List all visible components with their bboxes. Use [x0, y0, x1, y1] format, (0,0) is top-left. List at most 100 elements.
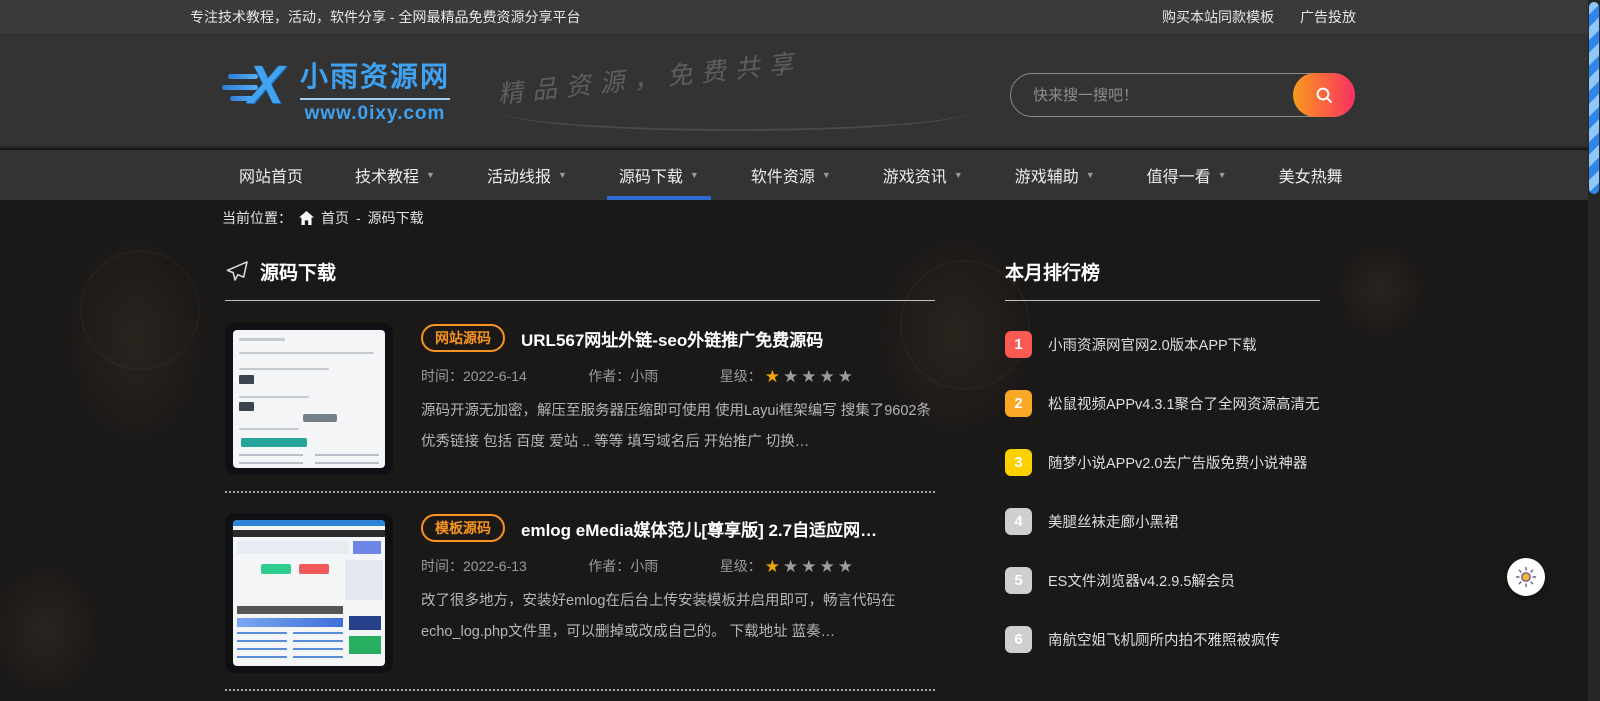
category-badge[interactable]: 网站源码: [421, 324, 505, 352]
article-thumbnail[interactable]: [225, 513, 393, 673]
star-icon: ★: [782, 366, 799, 386]
decor-rows: [315, 454, 379, 468]
star-icon: ★: [801, 366, 817, 386]
star-icon: ★: [764, 366, 780, 386]
nav-label: 值得一看: [1146, 169, 1211, 186]
background-pattern: [80, 250, 200, 370]
rank-item[interactable]: 5 ES文件浏览器v4.2.9.5解会员: [1005, 551, 1320, 610]
main-nav: 网站首页 技术教程 ▼ 活动线报 ▼ 源码下载 ▼ 软件资源 ▼ 游戏资讯 ▼ 游戏辅助 ▼…: [0, 150, 1588, 200]
decor-bar: [233, 520, 385, 526]
star-rating: ★ ★ ★ ★ ★: [765, 368, 853, 385]
chevron-down-icon: ▼: [953, 170, 963, 180]
star-rating: ★ ★ ★ ★ ★: [765, 558, 853, 575]
search-button[interactable]: [1293, 73, 1355, 117]
decor-bar: [237, 618, 343, 627]
ad-link[interactable]: 广告投放: [1300, 7, 1356, 27]
nav-label: 游戏辅助: [1014, 169, 1079, 186]
nav-label: 活动线报: [486, 169, 551, 186]
decor-chip: [239, 375, 254, 384]
logo[interactable]: X 小雨资源网 www.0ixy.com: [222, 55, 451, 125]
star-icon: ★: [837, 366, 853, 386]
nav-item-software[interactable]: 软件资源 ▼: [725, 150, 857, 200]
article-section: 源码下载 网站源码 URL567网址外链-seo外链推广免费源码 时间：2022…: [225, 252, 935, 691]
rank-item[interactable]: 2 松鼠视频APPv4.3.1聚合了全网资源高清无广: [1005, 374, 1320, 433]
article-time: 时间：2022-6-13: [421, 558, 527, 574]
star-icon: ★: [801, 556, 817, 576]
rank-badge: 4: [1005, 508, 1032, 535]
search-box: [1010, 73, 1355, 117]
sidebar-ranking: 本月排行榜 1 小雨资源网官网2.0版本APP下载 2 松鼠视频APPv4.3.…: [1005, 252, 1320, 669]
decor-rows: [239, 454, 303, 468]
decor-line: [239, 352, 374, 354]
star-icon: ★: [819, 366, 835, 386]
article-author: 作者：小雨: [588, 368, 659, 384]
article-author: 作者：小雨: [588, 558, 659, 574]
search-input[interactable]: [1011, 86, 1293, 104]
topbar: 专注技术教程，活动，软件分享 - 全网最精品免费资源分享平台 购买本站同款模板 …: [0, 0, 1588, 33]
rank-label: ES文件浏览器v4.2.9.5解会员: [1048, 574, 1235, 590]
site-slogan: 专注技术教程，活动，软件分享 - 全网最精品免费资源分享平台: [190, 8, 581, 25]
section-header: 源码下载: [225, 252, 935, 301]
article-thumbnail[interactable]: [225, 323, 393, 475]
rank-label: 小雨资源网官网2.0版本APP下载: [1048, 338, 1257, 354]
article-title[interactable]: URL567网址外链-seo外链推广免费源码: [521, 326, 823, 351]
decor-button: [241, 438, 307, 447]
site-domain: www.0ixy.com: [300, 98, 451, 125]
nav-item-tech-tutorials[interactable]: 技术教程 ▼: [329, 150, 461, 200]
chevron-down-icon: ▼: [821, 170, 831, 180]
category-badge[interactable]: 模板源码: [421, 514, 505, 542]
rank-item[interactable]: 6 南航空姐飞机厕所内拍不雅照被疯传: [1005, 610, 1320, 669]
nav-items: 网站首页 技术教程 ▼ 活动线报 ▼ 源码下载 ▼ 软件资源 ▼ 游戏资讯 ▼ 游戏辅助 ▼…: [213, 150, 1588, 200]
section-title: 源码下载: [260, 263, 337, 284]
logo-x-letter: X: [248, 55, 285, 115]
nav-item-game-news[interactable]: 游戏资讯 ▼: [857, 150, 989, 200]
sidebar-header: 本月排行榜: [1005, 252, 1320, 301]
star-icon: ★: [837, 556, 853, 576]
buy-template-link[interactable]: 购买本站同款模板: [1162, 7, 1274, 27]
home-icon: [299, 211, 314, 225]
decor-line: [239, 338, 285, 341]
rank-list: 1 小雨资源网官网2.0版本APP下载 2 松鼠视频APPv4.3.1聚合了全网…: [1005, 315, 1320, 669]
nav-item-activities[interactable]: 活动线报 ▼: [461, 150, 593, 200]
page: 专注技术教程，活动，软件分享 - 全网最精品免费资源分享平台 购买本站同款模板 …: [0, 0, 1600, 701]
article-excerpt: 源码开源无加密，解压至服务器压缩即可使用 使用Layui框架编写 搜集了9602…: [421, 403, 931, 450]
decor-button: [299, 564, 329, 574]
nav-label: 源码下载: [618, 169, 683, 186]
nav-item-beauty-dance[interactable]: 美女热舞: [1253, 150, 1369, 200]
article-body: 网站源码 URL567网址外链-seo外链推广免费源码 时间：2022-6-14…: [421, 323, 935, 475]
rank-badge: 6: [1005, 626, 1032, 653]
site-name: 小雨资源网: [300, 61, 451, 92]
rank-badge: 3: [1005, 449, 1032, 476]
breadcrumb-home[interactable]: 首页: [321, 208, 349, 228]
dotted-divider: [225, 689, 935, 691]
decor-line: [239, 428, 299, 430]
article-header: 网站源码 URL567网址外链-seo外链推广免费源码: [421, 323, 935, 353]
article-header: 模板源码 emlog eMedia媒体范儿[尊享版] 2.7自适应网…: [421, 513, 935, 543]
article-time: 时间：2022-6-14: [421, 368, 527, 384]
scrollbar-thumb[interactable]: [1589, 2, 1599, 194]
watermark-curve: [500, 91, 970, 131]
header: X 小雨资源网 www.0ixy.com 精品资源，免费共享: [0, 33, 1588, 148]
nav-label: 技术教程: [355, 169, 420, 186]
decor-panel: [349, 636, 381, 654]
article-rating: 星级： ★ ★ ★ ★ ★: [720, 556, 853, 576]
breadcrumb: 当前位置： 首页 - 源码下载: [222, 208, 424, 228]
nav-item-home[interactable]: 网站首页: [213, 150, 329, 200]
decor-line: [239, 368, 329, 370]
rank-item[interactable]: 4 美腿丝袜走廊小黑裙: [1005, 492, 1320, 551]
breadcrumb-separator: -: [356, 210, 361, 226]
rank-item[interactable]: 1 小雨资源网官网2.0版本APP下载: [1005, 315, 1320, 374]
nav-item-game-assist[interactable]: 游戏辅助 ▼: [989, 150, 1121, 200]
article-title[interactable]: emlog eMedia媒体范儿[尊享版] 2.7自适应网…: [521, 516, 877, 541]
chevron-down-icon: ▼: [426, 170, 435, 180]
background-pattern: [0, 540, 120, 701]
decor-rows: [237, 632, 287, 662]
rank-label: 美腿丝袜走廊小黑裙: [1048, 515, 1179, 531]
nav-item-source-download[interactable]: 源码下载 ▼: [593, 150, 725, 200]
theme-toggle-button[interactable]: [1507, 558, 1545, 596]
nav-item-worth-seeing[interactable]: 值得一看 ▼: [1121, 150, 1253, 200]
decor-banner: [237, 541, 349, 554]
paper-plane-icon: [226, 261, 248, 281]
article-meta: 时间：2022-6-14 作者：小雨 星级： ★ ★ ★ ★ ★: [421, 366, 853, 386]
rank-item[interactable]: 3 随梦小说APPv2.0去广告版免费小说神器: [1005, 433, 1320, 492]
